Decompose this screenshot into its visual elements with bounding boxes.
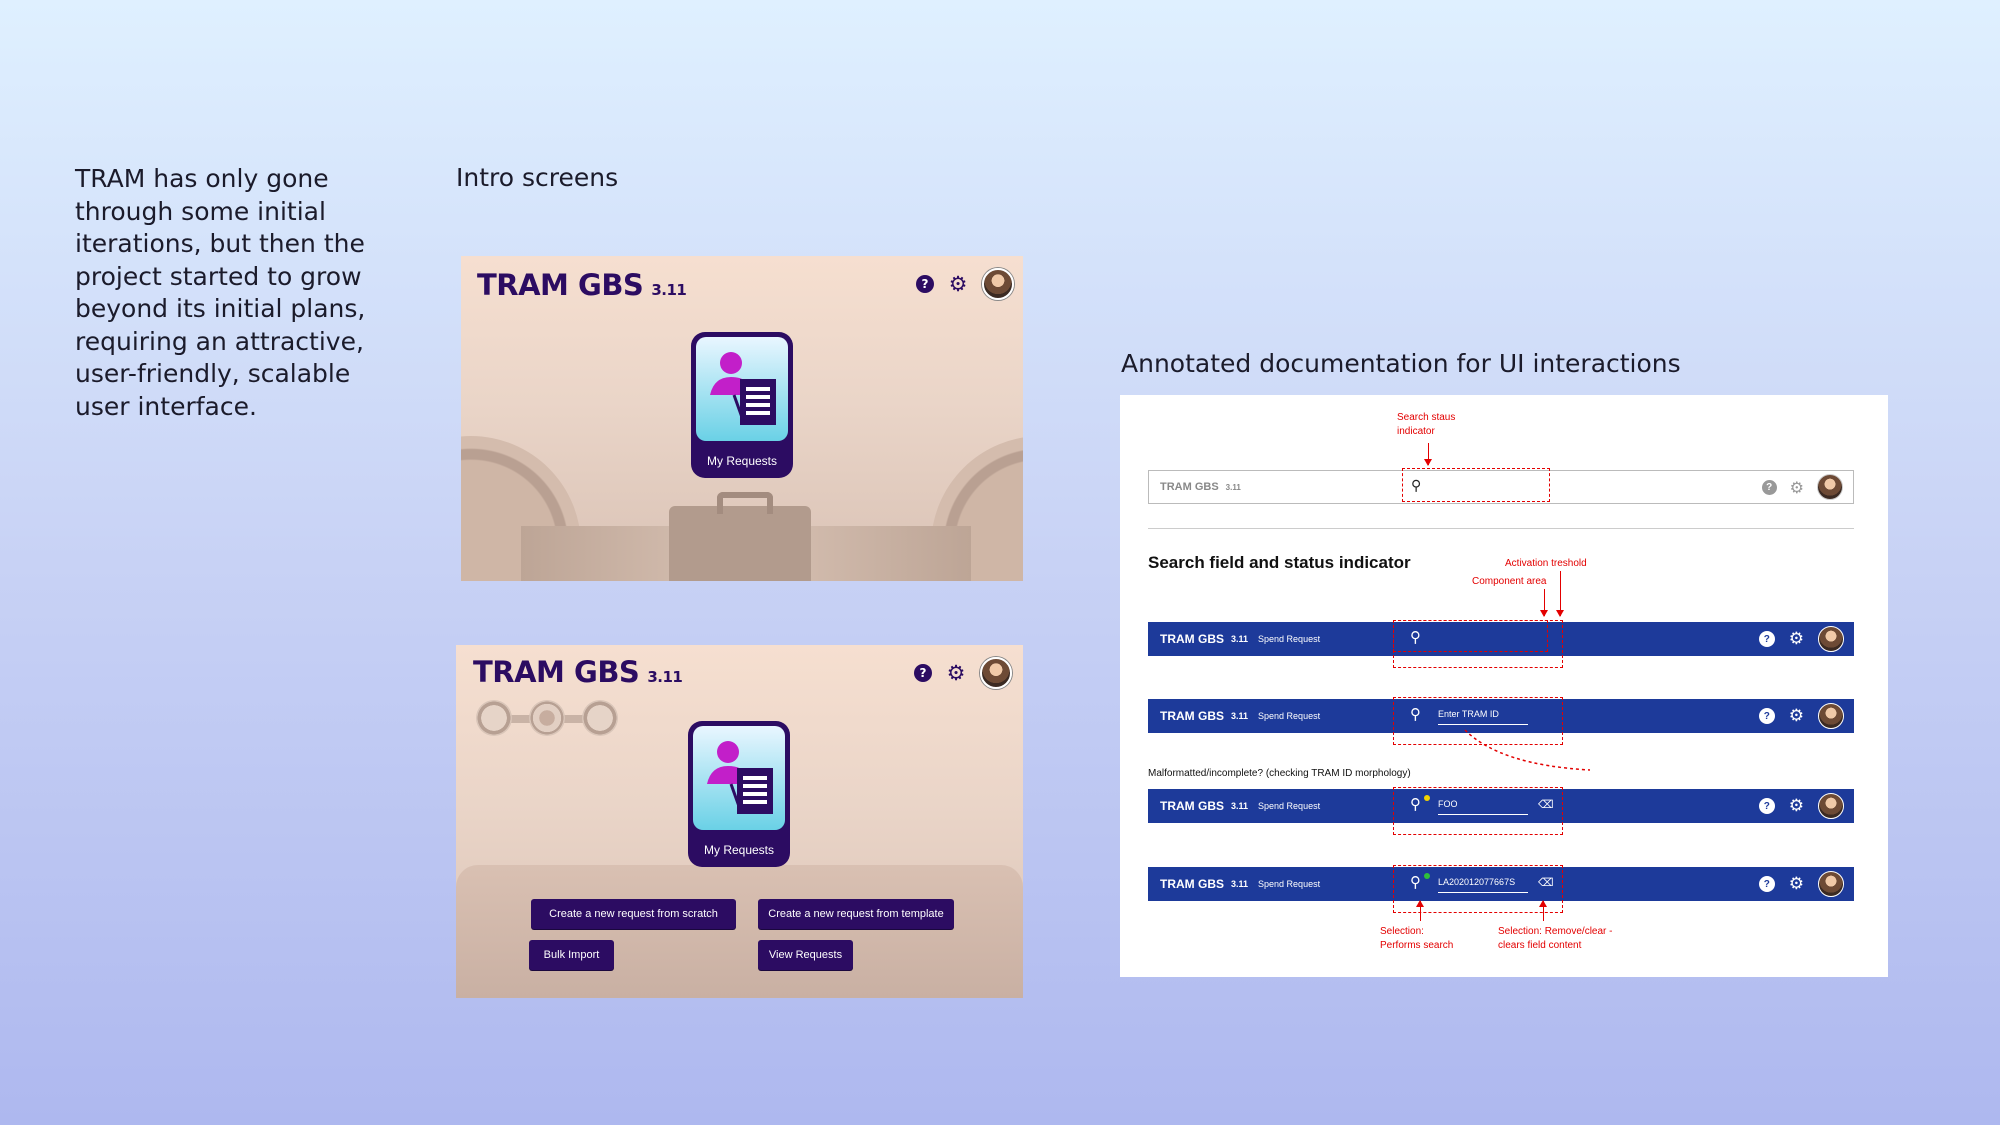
avatar[interactable] [1818,793,1844,819]
intro-screen-1: TRAM GBS 3.11 ? ⚙ My Requests [461,256,1023,581]
annotation-curve [1464,729,1591,771]
annotation-arrow [1539,900,1547,921]
annotation-arrow [1540,589,1548,617]
my-requests-label: My Requests [703,843,775,857]
app-name: TRAM GBS [1160,632,1224,646]
app-name: TRAM GBS [1160,481,1219,493]
section-title: Search field and status indicator [1148,553,1411,572]
avatar[interactable] [1818,626,1844,652]
gear-icon[interactable]: ⚙ [1789,631,1804,648]
app-name: TRAM GBS [1160,709,1224,723]
help-icon[interactable]: ? [1758,876,1775,892]
app-name: TRAM GBS [1160,799,1224,813]
app-title: TRAM GBS 3.11 [477,268,687,302]
avatar[interactable] [980,657,1012,689]
gear-icon[interactable]: ⚙ [946,663,966,684]
help-icon[interactable]: ? [1758,708,1775,724]
briefcase-icon [669,492,811,581]
app-subtitle: Spend Request [1258,711,1321,721]
annotation-box [1393,787,1563,835]
app-title: TRAM GBS 3.11 [473,655,683,689]
annotation-box [1393,620,1548,652]
app-version: 3.11 [1231,879,1249,889]
annotation-arrow [1556,571,1564,617]
malformatted-note: Malformatted/incomplete? (checking TRAM … [1148,768,1411,779]
annotation-selection-search: Selection: Performs search [1380,926,1454,951]
header-icons: ? ⚙ [914,657,1012,689]
help-icon[interactable]: ? [916,275,934,293]
annotation-search-status: Search staus indicator [1397,412,1456,437]
my-requests-label: My Requests [706,454,778,468]
gear-icon[interactable]: ⚙ [1789,798,1804,815]
annotation-component-area: Component area [1472,576,1547,587]
help-icon[interactable]: ? [1758,798,1775,814]
gear-icon[interactable]: ⚙ [1790,478,1804,497]
avatar[interactable] [1817,474,1843,500]
view-requests-button[interactable]: View Requests [758,940,853,970]
action-panel [456,865,1023,998]
help-icon[interactable]: ? [1761,479,1777,495]
annotation-box [1402,468,1550,502]
my-requests-icon [696,337,788,441]
gear-icon[interactable]: ⚙ [1789,708,1804,725]
help-icon[interactable]: ? [1758,631,1775,647]
avatar[interactable] [982,268,1014,300]
app-subtitle: Spend Request [1258,879,1321,889]
annotation-selection-clear: Selection: Remove/clear - clears field c… [1498,926,1613,951]
app-name: TRAM GBS [477,268,644,302]
step-user-icon[interactable] [476,700,512,736]
step-list-icon[interactable] [582,700,618,736]
app-version: 3.11 [647,668,683,686]
intro-screen-2: TRAM GBS 3.11 ? ⚙ My Requests Create a ne… [456,645,1023,998]
app-version: 3.11 [1231,711,1249,721]
annotated-doc-heading: Annotated documentation for UI interacti… [1121,349,1681,378]
app-version: 3.11 [1225,482,1241,492]
header-icons: ? ⚙ [916,268,1014,300]
app-subtitle: Spend Request [1258,634,1321,644]
app-name: TRAM GBS [1160,877,1224,891]
avatar[interactable] [1818,703,1844,729]
my-requests-tile[interactable]: My Requests [691,332,793,478]
app-version: 3.11 [1231,634,1249,644]
divider [1148,528,1854,529]
create-from-template-button[interactable]: Create a new request from template [758,899,954,929]
app-version: 3.11 [651,281,687,299]
annotation-activation: Activation treshold [1505,558,1587,569]
annotation-arrow [1416,900,1424,921]
avatar[interactable] [1818,871,1844,897]
create-from-scratch-button[interactable]: Create a new request from scratch [531,899,736,929]
app-name: TRAM GBS [473,655,640,689]
my-requests-icon [693,726,785,830]
bulk-import-button[interactable]: Bulk Import [529,940,614,970]
intro-description: TRAM has only gone through some initial … [75,164,366,421]
annotated-documentation: Search staus indicator TRAM GBS 3.11 ⚲ ? … [1120,395,1888,977]
app-version: 3.11 [1231,801,1249,811]
my-requests-tile[interactable]: My Requests [688,721,790,867]
step-briefcase-icon[interactable] [529,700,565,736]
intro-screens-heading: Intro screens [456,163,619,192]
app-subtitle: Spend Request [1258,801,1321,811]
gear-icon[interactable]: ⚙ [948,274,968,295]
help-icon[interactable]: ? [914,664,932,682]
gear-icon[interactable]: ⚙ [1789,876,1804,893]
annotation-arrow [1424,443,1432,466]
